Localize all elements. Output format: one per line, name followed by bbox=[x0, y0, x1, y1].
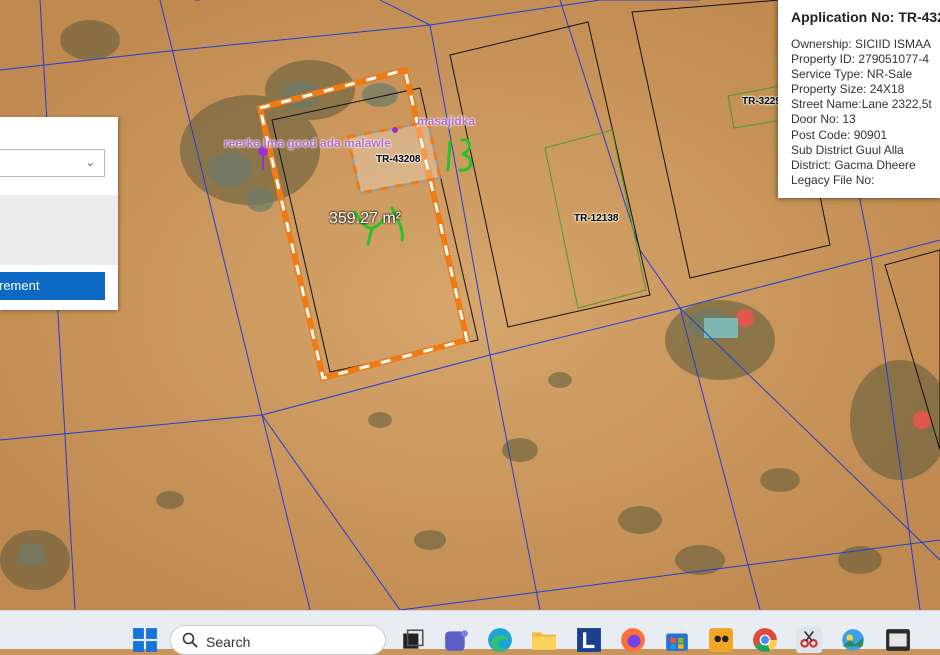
popup-attributes: Ownership: SICIID ISMAA Property ID: 279… bbox=[791, 37, 932, 188]
photos-icon[interactable] bbox=[840, 627, 866, 653]
parcel-info-popup: Application No: TR-432 Ownership: SICIID… bbox=[778, 0, 940, 198]
firefox-icon[interactable] bbox=[620, 627, 646, 653]
teams-icon[interactable] bbox=[443, 627, 469, 653]
service-type-row: Service Type: NR-Sale bbox=[791, 67, 913, 82]
unit-dropdown[interactable]: ⌄ bbox=[0, 149, 105, 177]
terminal-icon[interactable] bbox=[885, 627, 911, 653]
parcel-label-subject: TR-43208 bbox=[376, 154, 421, 165]
file-explorer-icon[interactable] bbox=[531, 627, 557, 653]
property-id-row: Property ID: 279051077-4 bbox=[791, 52, 930, 67]
measure-panel: ⌄ rement bbox=[0, 117, 118, 310]
sub-district-row: Sub District Guul Alla bbox=[791, 142, 904, 157]
parcel-label-far-right: TR-3229 bbox=[742, 96, 781, 107]
post-code-row: Post Code: 90901 bbox=[791, 127, 888, 142]
parcel-label-right: TR-12138 bbox=[574, 213, 619, 224]
street-name-row: Street Name:Lane 2322,5t bbox=[791, 97, 932, 112]
popup-title: Application No: TR-432 bbox=[791, 9, 940, 25]
ownership-row: Ownership: SICIID ISMAA bbox=[791, 37, 932, 51]
lens-l-icon[interactable] bbox=[576, 627, 602, 653]
pool-structure bbox=[704, 318, 738, 338]
red-roof-2 bbox=[913, 411, 931, 429]
snipping-tool-icon[interactable] bbox=[796, 627, 822, 653]
chrome-icon[interactable] bbox=[752, 627, 778, 653]
poi-label-left: reerka lma good ada malawle bbox=[224, 136, 391, 150]
door-no-row: Door No: 13 bbox=[791, 112, 856, 127]
chevron-down-icon: ⌄ bbox=[85, 157, 95, 169]
store-icon[interactable] bbox=[664, 627, 690, 653]
result-area bbox=[0, 195, 118, 265]
legacy-file-row: Legacy File No: bbox=[791, 172, 875, 187]
poi-label-right: masajidka bbox=[417, 114, 476, 128]
edge-icon[interactable] bbox=[487, 627, 513, 653]
district-row: District: Gacma Dheere bbox=[791, 157, 916, 172]
taskbar-search[interactable]: Search bbox=[170, 625, 386, 655]
windows-start-icon[interactable] bbox=[132, 627, 158, 653]
taskbar: Search bbox=[0, 610, 940, 655]
property-size-row: Property Size: 24X18 bbox=[791, 82, 905, 97]
search-icon bbox=[182, 632, 198, 648]
red-roof bbox=[736, 309, 754, 327]
poi-marker-2-icon[interactable] bbox=[392, 127, 398, 133]
game-icon[interactable] bbox=[708, 627, 734, 653]
task-view-icon[interactable] bbox=[400, 627, 426, 653]
area-measurement: 359.27 m² bbox=[329, 210, 402, 227]
new-measurement-button[interactable]: rement bbox=[0, 272, 105, 300]
